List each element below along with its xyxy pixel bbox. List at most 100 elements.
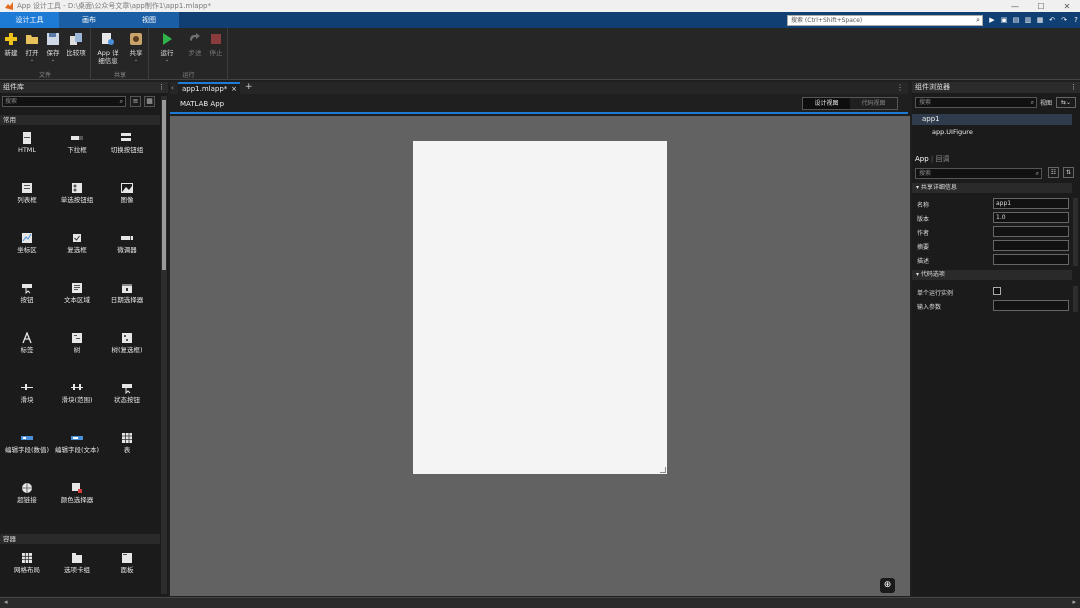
component-toggle-button-group[interactable]: 切换按钮组 [102,132,152,154]
component-button[interactable]: 按钮 [2,282,52,304]
grid-view-icon[interactable]: ▦ [144,96,155,107]
author-field[interactable] [993,226,1069,237]
view-dropdown-icon[interactable]: ⇆⌄ [1056,97,1076,108]
name-field[interactable]: app1 [993,198,1069,209]
run-button[interactable]: 运行 ⌄ [156,32,178,63]
search-icon[interactable]: ⌕ [1031,98,1034,107]
copy-icon[interactable]: ▥ [1024,16,1032,24]
version-field[interactable]: 1.0 [993,212,1069,223]
search-icon[interactable]: ⌕ [120,97,123,106]
component-tree-checkbox[interactable]: 树(复选框) [102,332,152,354]
run-icon[interactable]: ▶ [988,16,996,24]
component-tab-group[interactable]: 选项卡组 [52,552,102,574]
single-instance-checkbox[interactable] [993,287,1001,295]
maximize-button[interactable]: ☐ [1028,2,1054,11]
input-args-field[interactable] [993,300,1069,311]
component-panel[interactable]: 面板 [102,552,152,574]
code-scrollbar[interactable] [1073,286,1078,312]
library-scrollbar[interactable] [161,96,167,594]
component-axes[interactable]: 坐标区 [2,232,52,254]
component-table[interactable]: 表 [102,432,152,454]
component-date-picker[interactable]: 日期选择器 [102,282,152,304]
browser-search-input[interactable]: 搜索 ⌕ [915,97,1037,108]
library-scroll-thumb[interactable] [162,100,166,270]
save-button[interactable]: 保存 ⌄ [42,32,64,63]
inspector-search-input[interactable]: 搜索 ⌕ [915,168,1042,179]
share-button[interactable]: 共享 ⌄ [125,32,147,63]
help-icon[interactable]: ? [1072,16,1080,24]
paste-icon[interactable]: ▦ [1036,16,1044,24]
component-html[interactable]: HTML [2,132,52,154]
section-code-options[interactable]: ▾ 代码选项 [912,270,1072,280]
component-slider[interactable]: 滑块 [2,382,52,404]
section-common[interactable]: 常用 [0,115,160,125]
component-text-edit-field[interactable]: 编辑字段(文本) [52,432,102,454]
open-button[interactable]: 打开 ⌄ [21,32,43,63]
chevron-down-icon[interactable]: ⌄ [21,57,43,63]
component-dropdown[interactable]: 下拉框 [52,132,102,154]
group-view-icon[interactable]: ☷ [1048,167,1059,178]
new-button[interactable]: 新建 [0,32,22,57]
tab-callback[interactable]: 回调 [936,155,950,163]
ui-figure[interactable] [413,141,667,474]
component-radio-button-group[interactable]: 单选按钮组 [52,182,102,204]
component-spinner[interactable]: 微调器 [102,232,152,254]
component-library-panel: 组件库 ⋮ 搜索 ⌕ ≡ ▦ 常用 HTML 下拉框 切换按钮组 列表框 单选按… [0,82,168,596]
more-options-icon[interactable]: ⋮ [158,82,165,93]
compare-button[interactable]: 比较项 [65,32,87,57]
more-options-icon[interactable]: ⋮ [1070,82,1077,93]
list-view-icon[interactable]: ≡ [130,96,141,107]
component-text-area[interactable]: 文本区域 [52,282,102,304]
collapse-right-icon[interactable]: ▸ [1072,598,1076,606]
help-search-input[interactable]: 搜索 (Ctrl+Shift+Space) ⌕ [787,14,983,26]
design-canvas[interactable]: ⊕ [170,116,910,596]
tab-canvas[interactable]: 画布 [59,12,119,28]
collapse-left-icon[interactable]: ‹ [171,82,174,94]
app-title: MATLAB App [180,100,225,108]
design-view-button[interactable]: 设计视图 [803,98,850,109]
component-range-slider[interactable]: 滑块(范围) [52,382,102,404]
more-options-icon[interactable]: ⋮ [896,82,904,94]
close-icon[interactable]: × [231,84,237,94]
component-tree[interactable]: 树 [52,332,102,354]
tab-app1[interactable]: app1.mlapp* × [178,82,240,94]
library-search-input[interactable]: 搜索 ⌕ [2,96,126,107]
component-numeric-edit-field[interactable]: 编辑字段(数值) [2,432,52,454]
details-scrollbar[interactable] [1073,198,1078,266]
save-icon[interactable]: ▣ [1000,16,1008,24]
component-state-button[interactable]: 状态按钮 [102,382,152,404]
component-checkbox[interactable]: 复选框 [52,232,102,254]
search-icon[interactable]: ⌕ [976,16,980,25]
component-color-picker[interactable]: 颜色选择器 [52,482,102,504]
close-button[interactable]: ✕ [1054,2,1080,11]
component-grid-layout[interactable]: 网格布局 [2,552,52,574]
chevron-down-icon[interactable]: ⌄ [156,57,178,63]
zoom-icon[interactable]: ⊕ [880,578,895,593]
summary-field[interactable] [993,240,1069,251]
search-icon[interactable]: ⌕ [1036,169,1039,178]
tab-designer[interactable]: 设计工具 [0,12,59,28]
cut-icon[interactable]: ▤ [1012,16,1020,24]
chevron-down-icon[interactable]: ⌄ [125,57,147,63]
tab-app[interactable]: App [915,155,929,163]
section-shared-details[interactable]: ▾ 共享详细信息 [912,183,1072,193]
tree-child-uifigure[interactable]: app.UIFigure [932,128,973,136]
sort-icon[interactable]: ⇅ [1063,167,1074,178]
chevron-down-icon[interactable]: ⌄ [42,57,64,63]
component-image[interactable]: 图像 [102,182,152,204]
collapse-left-icon[interactable]: ◂ [4,598,8,606]
resize-grip-icon[interactable] [660,467,666,473]
add-tab-icon[interactable]: + [245,82,253,93]
undo-icon[interactable]: ↶ [1048,16,1056,24]
app-details-button[interactable]: App 详细信息 [97,32,119,65]
component-listbox[interactable]: 列表框 [2,182,52,204]
component-hyperlink[interactable]: 超链接 [2,482,52,504]
minimize-button[interactable]: — [1002,2,1028,11]
code-view-button[interactable]: 代码视图 [850,98,897,109]
description-field[interactable] [993,254,1069,265]
section-containers[interactable]: 容器 [0,534,160,544]
tab-view[interactable]: 视图 [119,12,179,28]
tree-root-app1[interactable]: app1 [912,114,1072,125]
component-label-widget[interactable]: 标签 [2,332,52,354]
redo-icon[interactable]: ↷ [1060,16,1068,24]
